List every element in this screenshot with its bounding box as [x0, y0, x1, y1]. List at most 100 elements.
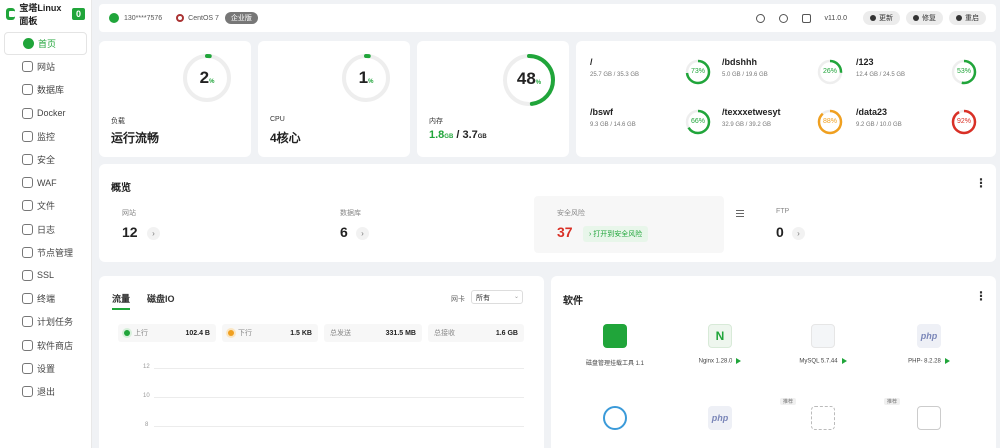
- wrench-icon: [913, 15, 919, 21]
- tab-traffic[interactable]: 流量: [112, 292, 131, 310]
- sidebar-item-8[interactable]: 日志: [4, 218, 87, 241]
- sidebar-item-6[interactable]: WAF: [4, 171, 87, 194]
- disk-item[interactable]: /data23 9.2 GB / 10.0 GB 92%: [852, 105, 985, 155]
- load-status: 运行流畅: [111, 131, 160, 145]
- risk-menu-icon[interactable]: [736, 210, 744, 217]
- sidebar-item-11[interactable]: 终端: [4, 287, 87, 310]
- traffic-tabs: 流量 磁盘IO: [112, 292, 192, 310]
- cpu-percent: 1%: [358, 68, 374, 87]
- ftp-count[interactable]: 0: [776, 224, 784, 240]
- disk-size: 9.3 GB / 14.6 GB: [590, 122, 636, 128]
- version-label: v11.0.0: [824, 14, 847, 22]
- notes-icon[interactable]: [801, 13, 811, 23]
- file-sync-icon: [811, 406, 835, 430]
- sidebar-item-12[interactable]: 计划任务: [4, 310, 87, 333]
- sidebar-item-10[interactable]: SSL: [4, 264, 87, 287]
- grid-line: [154, 426, 524, 427]
- sidebar-item-5[interactable]: 安全: [4, 148, 87, 171]
- sidebar-item-4[interactable]: 监控: [4, 125, 87, 148]
- tab-disk-io[interactable]: 磁盘IO: [147, 292, 175, 310]
- disk-percent: 66%: [690, 118, 706, 125]
- disk-item[interactable]: /bdshhh 5.0 GB / 19.6 GB 26%: [718, 55, 851, 105]
- ssl-icon: [22, 269, 33, 281]
- sidebar-item-0[interactable]: 首页: [4, 32, 87, 56]
- software-name: MySQL 5.7.44: [778, 358, 868, 365]
- disk-tool-icon: [603, 324, 627, 348]
- ftp-arrow-icon[interactable]: ›: [792, 227, 805, 240]
- website-arrow-icon[interactable]: ›: [147, 227, 160, 240]
- sidebar: 宝塔Linux面板 0 首页 网站 数据库 Docker 监控 安全 WAF 文件 日志 节点管理…: [0, 0, 92, 448]
- update-button[interactable]: 更新: [863, 11, 900, 25]
- software-item[interactable]: MySQL 5.7.44: [778, 324, 868, 365]
- disk-item[interactable]: /bswf 9.3 GB / 14.6 GB 66%: [586, 105, 719, 155]
- software-name: Nginx 1.28.0: [675, 358, 765, 365]
- software-item[interactable]: [884, 406, 974, 430]
- sidebar-item-label: 网站: [37, 62, 56, 73]
- play-icon[interactable]: [841, 358, 847, 364]
- software-item[interactable]: php: [675, 406, 765, 430]
- software-item[interactable]: [778, 406, 868, 430]
- restart-button[interactable]: 重启: [949, 11, 986, 25]
- sidebar-item-label: WAF: [37, 177, 57, 188]
- sidebar-item-15[interactable]: 退出: [4, 380, 87, 403]
- sidebar-item-2[interactable]: 数据库: [4, 78, 87, 101]
- sidebar-item-label: 软件商店: [37, 340, 74, 351]
- disk-item[interactable]: /texxxetwesyt 32.9 GB / 39.2 GB 88%: [718, 105, 851, 155]
- risk-count[interactable]: 37: [557, 224, 573, 240]
- node-icon: [22, 246, 33, 258]
- terminal-icon: [22, 293, 33, 305]
- edition-badge[interactable]: 企业版: [224, 12, 258, 24]
- update-label: 更新: [879, 15, 893, 22]
- software-item[interactable]: 磁盘管理挂载工具 1.1: [570, 324, 660, 367]
- notification-badge[interactable]: 0: [71, 8, 85, 20]
- database-arrow-icon[interactable]: ›: [356, 227, 369, 240]
- open-risk-button[interactable]: › 打开到安全风险: [583, 226, 649, 242]
- app-icon: [917, 406, 941, 430]
- theme-icon[interactable]: [755, 13, 765, 23]
- recommend-badge: 推荐: [780, 398, 797, 405]
- software-item[interactable]: N Nginx 1.28.0: [675, 324, 765, 365]
- sidebar-item-label: 退出: [37, 386, 56, 397]
- bell-icon[interactable]: [778, 13, 788, 23]
- load-card: 2% 负载 运行流畅: [99, 41, 251, 157]
- disk-mount: /123: [856, 57, 874, 67]
- total-sent-label: 总发送: [330, 330, 351, 337]
- software-name: PHP- 8.2.28: [884, 358, 974, 365]
- overview-more-icon[interactable]: ⋮: [975, 176, 987, 190]
- waf-icon: [22, 177, 33, 189]
- docker-icon: [22, 107, 33, 119]
- shield-icon: [22, 154, 33, 166]
- file-icon: [22, 200, 33, 212]
- php-icon: php: [708, 406, 732, 430]
- metric-download: 下行 1.5 KB: [222, 324, 318, 342]
- play-icon[interactable]: [736, 358, 742, 364]
- sidebar-item-3[interactable]: Docker: [4, 102, 87, 125]
- store-icon: [22, 339, 33, 351]
- website-label: 网站: [122, 210, 136, 217]
- website-count[interactable]: 12: [122, 224, 138, 240]
- play-icon[interactable]: [944, 358, 950, 364]
- software-item[interactable]: [570, 406, 660, 430]
- sidebar-item-14[interactable]: 设置: [4, 357, 87, 380]
- sidebar-item-7[interactable]: 文件: [4, 194, 87, 217]
- sidebar-item-13[interactable]: 软件商店: [4, 333, 87, 356]
- database-count[interactable]: 6: [340, 224, 348, 240]
- cpu-card: 1% CPU 4核心: [258, 41, 410, 157]
- software-item[interactable]: php PHP- 8.2.28: [884, 324, 974, 365]
- software-more-icon[interactable]: ⋮: [975, 289, 987, 303]
- metric-total-sent: 总发送 331.5 MB: [324, 324, 422, 342]
- open-risk-label: 打开到安全风险: [593, 231, 643, 238]
- power-icon: [956, 15, 962, 21]
- user-account[interactable]: 130****7576: [124, 15, 162, 22]
- sidebar-item-9[interactable]: 节点管理: [4, 241, 87, 264]
- total-recv-value: 1.6 GB: [495, 329, 518, 337]
- disk-item[interactable]: / 25.7 GB / 35.3 GB 73%: [586, 55, 719, 105]
- disk-percent: 53%: [956, 68, 972, 75]
- disk-mount: /data23: [856, 107, 888, 117]
- sidebar-item-label: 首页: [38, 39, 57, 50]
- nic-select[interactable]: 所有 ⌄: [471, 290, 523, 304]
- disk-item[interactable]: /123 12.4 GB / 24.5 GB 53%: [852, 55, 985, 105]
- repair-button[interactable]: 修复: [906, 11, 943, 25]
- grid-line: [154, 368, 524, 369]
- sidebar-item-1[interactable]: 网站: [4, 55, 87, 78]
